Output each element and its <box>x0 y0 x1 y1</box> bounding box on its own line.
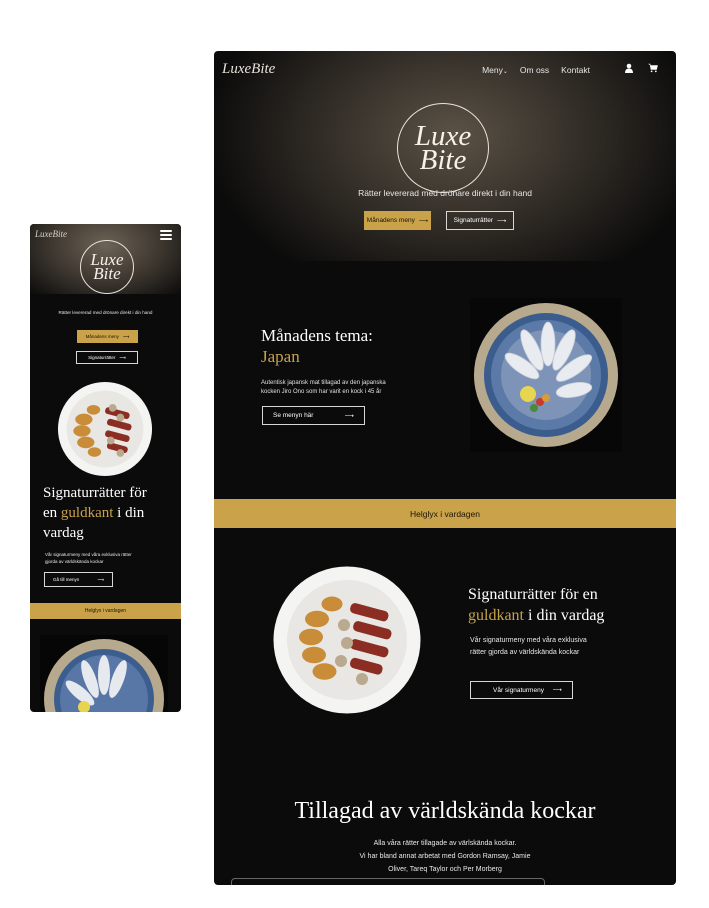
mobile-signature-button[interactable]: Signaturrätter ⟶ <box>76 351 138 364</box>
japan-dish-image <box>470 298 622 452</box>
button-label: Gå till menyn <box>53 577 80 582</box>
logo-luxe: Luxe <box>222 61 252 77</box>
desktop-hero-logo: Luxe Bite <box>397 103 489 193</box>
mobile-header-logo[interactable]: LuxeBite <box>35 229 67 239</box>
signature-title-line1: Signaturrätter för en <box>468 586 598 603</box>
button-label: Signaturrätter <box>88 355 116 360</box>
heading-line2: en guldkant i din <box>43 503 178 523</box>
nav-item-contact[interactable]: Kontakt <box>561 65 590 75</box>
mobile-signature-heading: Signaturrätter för en guldkant i din var… <box>43 483 178 543</box>
desktop-tagline: Rätter levererad med drönare direkt i di… <box>358 188 532 198</box>
signature-gold-word: guldkant <box>468 607 524 624</box>
heading-gold-word: guldkant <box>60 505 114 521</box>
desktop-promo-band: Helglyx i vardagen <box>214 499 676 528</box>
see-menu-button[interactable]: Se menyn här ⟶ <box>262 406 365 425</box>
signature-dish-image <box>273 566 421 714</box>
chefs-line1: Alla våra rätter tillagade av värlskända… <box>373 840 517 847</box>
desktop-header-icons <box>624 63 658 73</box>
heading-pre: en <box>43 505 61 521</box>
chefs-line3: Oliver, Tareq Taylor och Per Morberg <box>388 866 502 873</box>
nav-item-about[interactable]: Om oss <box>520 65 549 75</box>
theme-subtitle: Japan <box>261 347 300 366</box>
button-label: Vår signaturmeny <box>493 686 544 694</box>
desktop-header-logo[interactable]: LuxeBite <box>222 61 275 78</box>
user-icon[interactable] <box>624 63 634 73</box>
chefs-description: Alla våra rätter tillagade av värlskända… <box>314 837 576 876</box>
logo-bite: Bite <box>251 61 276 77</box>
button-label: Månadens meny <box>366 217 415 224</box>
logo-line2: Bite <box>93 264 121 283</box>
chefs-line2: Vi har bland annat arbetat med Gordon Ra… <box>359 853 531 860</box>
heading-line3: vardag <box>43 525 84 541</box>
heading-line1: Signaturrätter för <box>43 485 147 501</box>
arrow-right-icon: ⟶ <box>418 217 429 225</box>
mobile-hero-logo: Luxe Bite <box>80 240 134 294</box>
button-label: Månadens meny <box>85 334 119 339</box>
nav-item-menu[interactable]: Meny⌄ <box>482 65 508 75</box>
logo-line2: Bite <box>419 144 467 176</box>
desktop-mockup: LuxeBite Meny⌄ Om oss Kontakt Luxe Bite … <box>214 51 676 885</box>
cart-icon[interactable] <box>648 63 658 73</box>
signature-description: Vår signaturmeny med våra exklusiva rätt… <box>470 637 587 656</box>
logo-luxe: Luxe <box>35 229 53 239</box>
mobile-japan-dish-image <box>40 635 168 712</box>
mobile-tagline: Rätter levererad med drönare direkt i di… <box>58 310 153 315</box>
mobile-signature-description: Vår signaturmeny med våra exklusiva rätt… <box>45 552 132 564</box>
mobile-go-to-menu-button[interactable]: Gå till menyn ⟶ <box>44 572 113 587</box>
mobile-mockup: LuxeBite Luxe Bite Rätter levererad med … <box>30 224 181 712</box>
theme-description: Autentisk japansk mat tillagad av den ja… <box>261 380 386 395</box>
arrow-right-icon: ⟶ <box>344 412 354 420</box>
desktop-nav: Meny⌄ Om oss Kontakt <box>482 65 590 75</box>
desktop-monthly-menu-button[interactable]: Månadens meny ⟶ <box>364 211 431 230</box>
nav-menu-label: Meny <box>482 65 503 75</box>
hamburger-icon[interactable] <box>160 230 172 242</box>
button-label: Signaturrätter <box>453 217 494 224</box>
logo-bite: Bite <box>52 229 68 239</box>
chefs-title: Tillagad av världskända kockar <box>294 798 596 824</box>
chevron-down-icon: ⌄ <box>502 69 508 75</box>
arrow-right-icon: ⟶ <box>552 687 562 694</box>
mobile-monthly-menu-button[interactable]: Månadens meny ⟶ <box>77 330 138 343</box>
bottom-card-frame <box>231 878 545 885</box>
arrow-right-icon: ⟶ <box>119 354 126 360</box>
signature-title-line2: guldkant i din vardag <box>468 605 638 626</box>
signature-title-post: i din vardag <box>524 607 605 624</box>
signature-menu-button[interactable]: Vår signaturmeny ⟶ <box>470 681 573 699</box>
mobile-signature-dish-image <box>57 381 153 477</box>
theme-title: Månadens tema: <box>261 326 373 345</box>
desktop-signature-button[interactable]: Signaturrätter ⟶ <box>446 211 514 230</box>
arrow-right-icon: ⟶ <box>122 333 130 339</box>
mobile-promo-band: Helglyx i vardagen <box>30 603 181 619</box>
button-label: Se menyn här <box>273 412 314 419</box>
arrow-right-icon: ⟶ <box>97 576 104 582</box>
arrow-right-icon: ⟶ <box>497 217 507 225</box>
heading-post: i din <box>113 505 145 521</box>
signature-title: Signaturrätter för en guldkant i din var… <box>468 584 638 626</box>
